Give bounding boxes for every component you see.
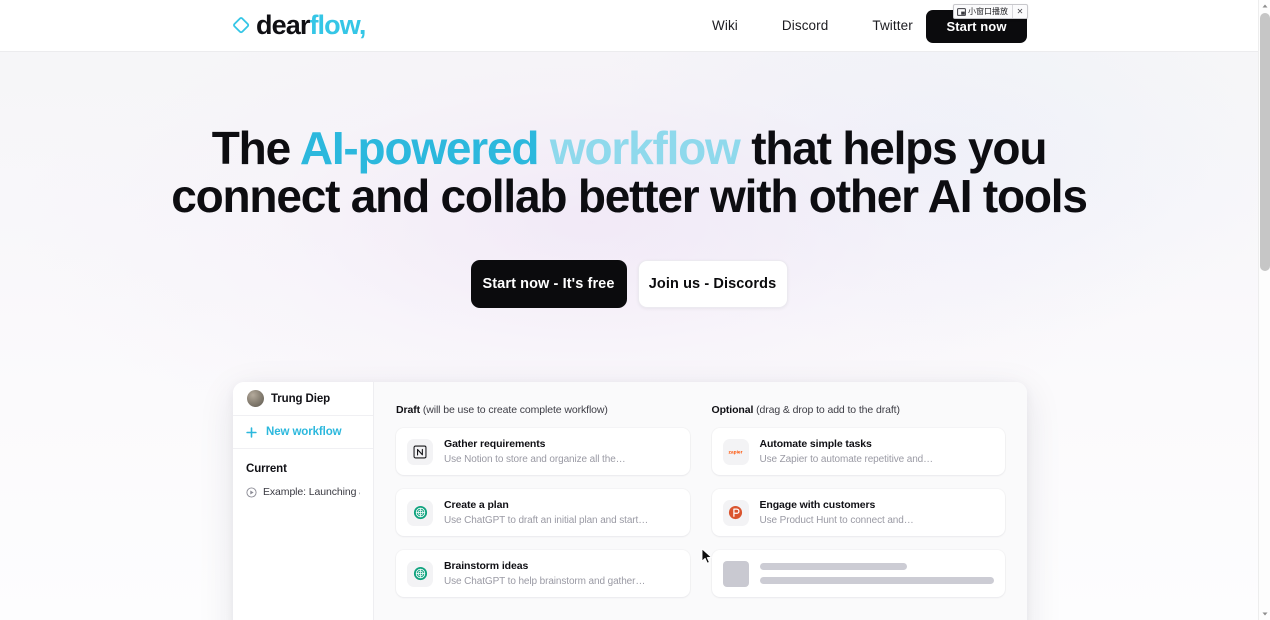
browser-viewport: dearflow, Wiki Discord Twitter Start now… <box>0 0 1258 620</box>
start-now-free-button[interactable]: Start now - It's free <box>470 260 627 308</box>
task-title: Gather requirements <box>444 438 546 450</box>
logo-text: dearflow, <box>256 10 366 40</box>
pip-overlay: 小窗口播放 ✕ <box>953 4 1028 19</box>
column-subtitle-draft: (will be use to create complete workflow… <box>420 404 608 416</box>
column-title-draft: Draft <box>396 404 421 416</box>
logo-text-dear: dear <box>256 10 310 40</box>
page-scrollbar[interactable] <box>1258 0 1270 620</box>
pip-close-icon[interactable]: ✕ <box>1013 5 1027 18</box>
headline-line2: connect and collab better with other AI … <box>171 169 1088 222</box>
headline-post: that helps you <box>739 122 1047 174</box>
zapier-icon: zapier <box>722 438 749 465</box>
app-sidebar: Trung Diep New workflow Current Example:… <box>233 382 374 620</box>
task-desc: Use Zapier to automate repetitive and… <box>759 454 934 465</box>
column-header-optional: Optional (drag & drop to add to the draf… <box>712 404 1006 416</box>
site-header: dearflow, Wiki Discord Twitter Start now <box>0 0 1258 52</box>
svg-text:zapier: zapier <box>728 449 742 455</box>
task-desc: Use Product Hunt to connect and… <box>759 515 914 526</box>
skeleton-line <box>759 563 908 570</box>
task-card[interactable]: Create a plan Use ChatGPT to draft an in… <box>396 489 690 536</box>
logo-text-flow: flow <box>309 10 359 40</box>
task-card[interactable]: Brainstorm ideas Use ChatGPT to help bra… <box>396 550 690 597</box>
task-card[interactable]: Engage with customers Use Product Hunt t… <box>711 489 1005 536</box>
play-circle-icon <box>246 486 257 498</box>
board-column-draft: Draft (will be use to create complete wo… <box>396 404 690 620</box>
task-desc: Use ChatGPT to help brainstorm and gathe… <box>444 576 646 587</box>
sidebar-current-section: Current Example: Launching a… <box>233 449 373 498</box>
logo[interactable]: dearflow, <box>232 10 366 40</box>
task-text: Engage with customers Use Product Hunt t… <box>760 499 995 526</box>
skeleton-lines <box>759 563 994 584</box>
column-header-draft: Draft (will be use to create complete wo… <box>396 404 690 416</box>
column-subtitle-optional: (drag & drop to add to the draft) <box>753 404 900 416</box>
new-workflow-label: New workflow <box>266 426 342 438</box>
task-text: Gather requirements Use Notion to store … <box>444 438 679 465</box>
sidebar-item-example-workflow[interactable]: Example: Launching a… <box>246 486 360 498</box>
nav-link-twitter[interactable]: Twitter <box>850 18 934 33</box>
page-root: dearflow, Wiki Discord Twitter Start now… <box>0 0 1270 620</box>
join-discord-button[interactable]: Join us - Discords <box>637 260 788 308</box>
chatgpt-icon <box>407 560 433 587</box>
task-card[interactable]: Gather requirements Use Notion to store … <box>396 428 690 475</box>
task-text: Brainstorm ideas Use ChatGPT to help bra… <box>444 560 679 587</box>
nav-link-wiki[interactable]: Wiki <box>690 18 760 33</box>
task-desc: Use ChatGPT to draft an initial plan and… <box>444 515 649 526</box>
headline-workflow: workflow <box>549 122 741 174</box>
skeleton-placeholder-card <box>711 550 1005 597</box>
hero-section: The AI-powered workflow that helps you c… <box>0 52 1258 620</box>
skeleton-icon <box>722 560 749 587</box>
scrollbar-thumb[interactable] <box>1260 13 1270 271</box>
app-preview-window: Trung Diep New workflow Current Example:… <box>233 382 1027 620</box>
app-board: Draft (will be use to create complete wo… <box>374 382 1027 620</box>
skeleton-line <box>759 577 994 584</box>
board-column-optional: Optional (drag & drop to add to the draf… <box>711 404 1006 620</box>
avatar <box>247 390 264 407</box>
nav-link-discord[interactable]: Discord <box>760 18 850 33</box>
headline-space <box>538 122 550 174</box>
pip-window-icon <box>957 7 966 16</box>
logo-text-comma: , <box>358 10 366 40</box>
scroll-up-arrow-icon[interactable] <box>1259 0 1270 12</box>
hero-cta-row: Start now - It's free Join us - Discords <box>0 260 1258 308</box>
chatgpt-icon <box>407 499 433 526</box>
notion-icon <box>407 438 433 465</box>
new-workflow-button[interactable]: New workflow <box>233 416 373 449</box>
task-text: Create a plan Use ChatGPT to draft an in… <box>444 499 679 526</box>
column-title-optional: Optional <box>711 404 754 416</box>
task-title: Automate simple tasks <box>759 438 872 450</box>
page-title: The AI-powered workflow that helps you c… <box>0 122 1258 222</box>
sidebar-user-name: Trung Diep <box>271 392 331 405</box>
task-title: Create a plan <box>444 499 509 511</box>
task-card[interactable]: zapier Automate simple tasks Use Zapier … <box>711 428 1005 475</box>
headline-ai-powered: AI-powered <box>299 122 540 174</box>
sidebar-item-label: Example: Launching a… <box>263 486 360 498</box>
pip-label: 小窗口播放 <box>968 6 1008 16</box>
task-title: Brainstorm ideas <box>444 560 529 572</box>
sidebar-user-profile[interactable]: Trung Diep <box>233 382 373 416</box>
headline-pre: The <box>211 122 300 174</box>
diamond-outline-icon <box>232 16 252 36</box>
task-desc: Use Notion to store and organize all the… <box>444 454 626 465</box>
producthunt-icon <box>722 499 749 526</box>
sidebar-section-title: Current <box>246 463 287 475</box>
task-title: Engage with customers <box>759 499 876 511</box>
scroll-down-arrow-icon[interactable] <box>1259 608 1270 620</box>
task-text: Automate simple tasks Use Zapier to auto… <box>760 438 995 465</box>
plus-icon <box>246 426 257 438</box>
pip-activate-button[interactable]: 小窗口播放 <box>954 5 1013 18</box>
main-nav: Wiki Discord Twitter <box>690 18 935 33</box>
